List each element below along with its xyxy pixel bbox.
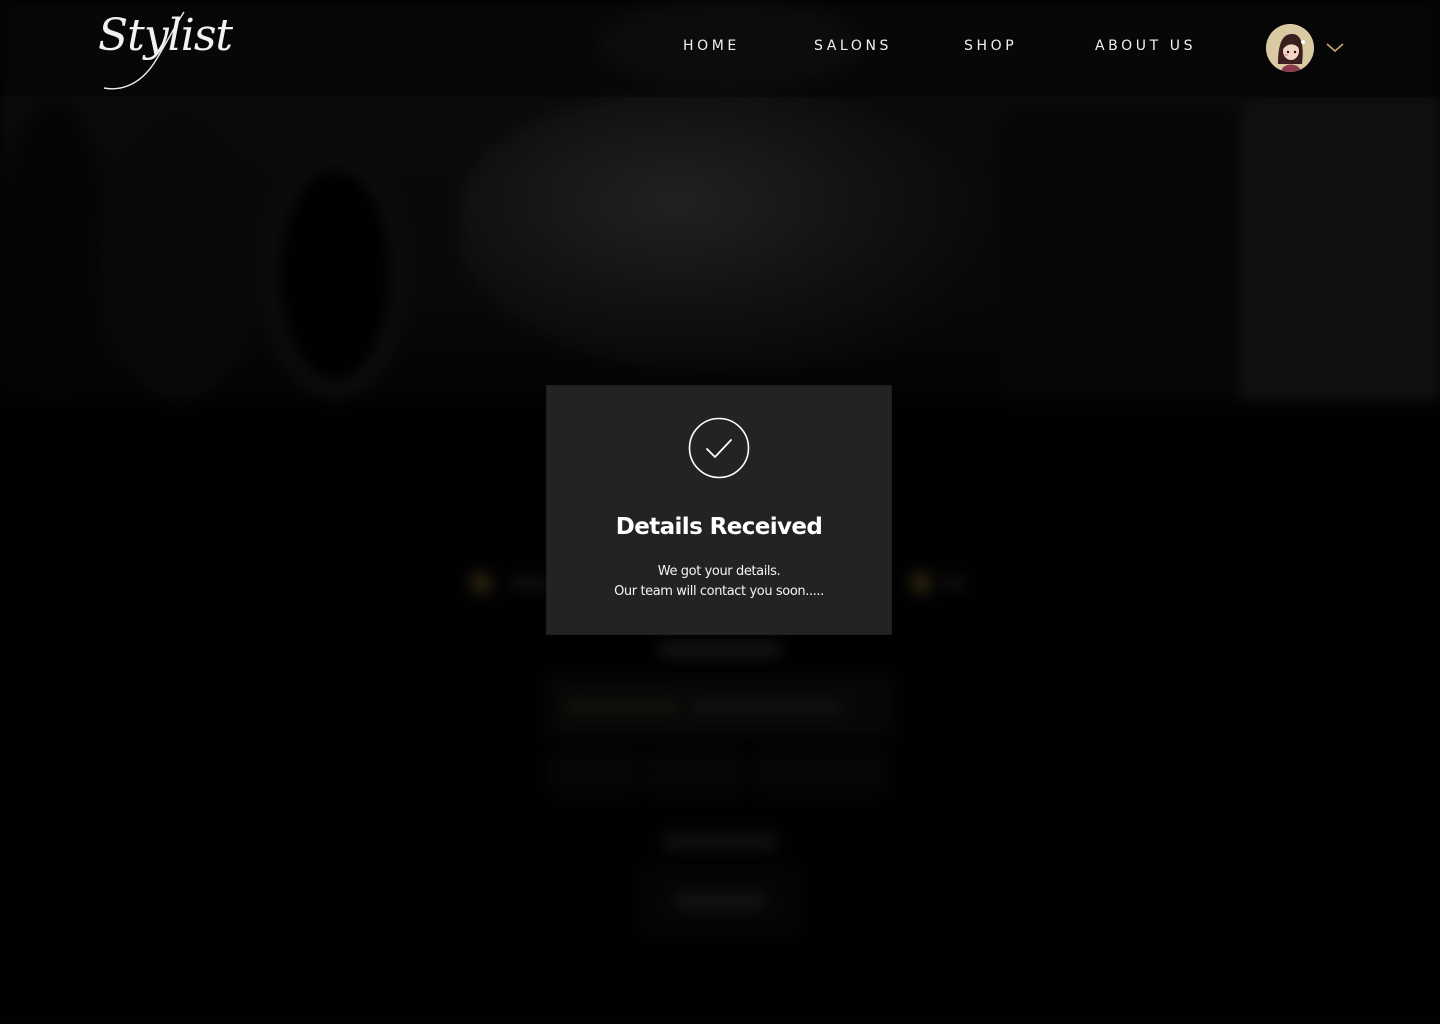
site-logo[interactable]: Stylist: [98, 14, 233, 58]
nav-item-shop[interactable]: SHOP: [964, 38, 1017, 54]
user-avatar-icon[interactable]: [1266, 24, 1314, 72]
chevron-down-icon[interactable]: [1325, 40, 1345, 54]
page: Stylist HOME SALONS SHOP ABOUT US Detail…: [0, 0, 1440, 1024]
modal-message-line-2: Our team will contact you soon.....: [614, 584, 824, 599]
nav-item-home[interactable]: HOME: [683, 38, 740, 54]
modal-title: Details Received: [615, 514, 823, 540]
nav-item-about-us[interactable]: ABOUT US: [1095, 38, 1196, 54]
site-header: Stylist HOME SALONS SHOP ABOUT US: [0, 0, 1440, 97]
check-circle-icon: [688, 417, 750, 479]
details-received-modal: Details Received We got your details. Ou…: [547, 386, 891, 634]
modal-message-line-1: We got your details.: [657, 564, 781, 579]
nav-item-salons[interactable]: SALONS: [814, 38, 892, 54]
